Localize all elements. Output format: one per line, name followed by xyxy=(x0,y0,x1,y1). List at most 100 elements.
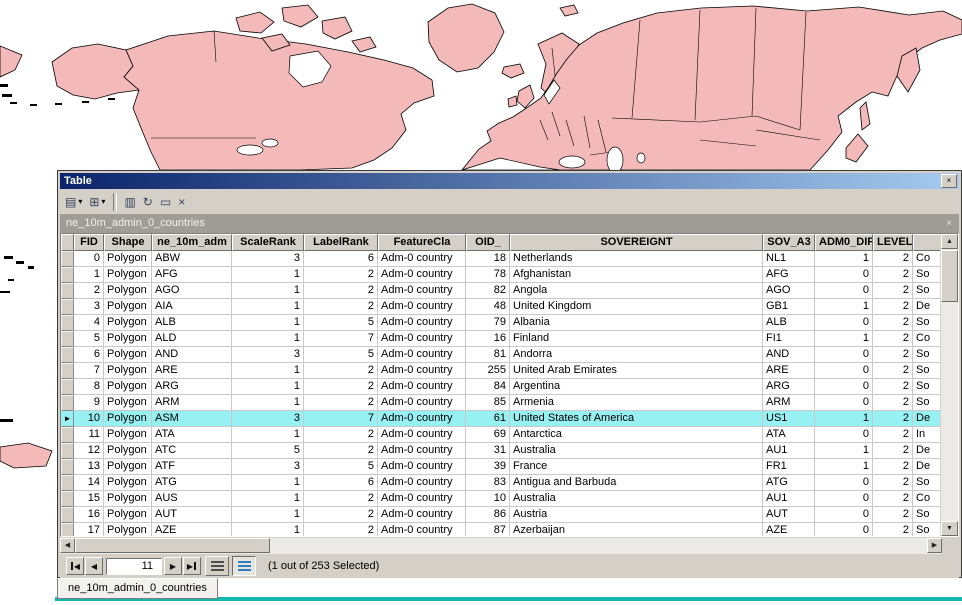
table-row[interactable]: 14PolygonATG16Adm-0 country83Antigua and… xyxy=(61,475,941,491)
cell: 1 xyxy=(815,443,873,459)
column-header[interactable]: SOVEREIGNT xyxy=(510,234,763,251)
cell: Adm-0 country xyxy=(378,507,466,523)
switch-selection-button[interactable]: ↻ xyxy=(140,192,156,212)
column-header[interactable]: ADM0_DIF xyxy=(815,234,873,251)
table-options-button[interactable]: ▤▾ xyxy=(62,192,85,212)
cell: 1 xyxy=(232,507,304,523)
cell: 7 xyxy=(304,331,378,347)
row-selector[interactable] xyxy=(61,331,74,347)
row-selector[interactable] xyxy=(61,395,74,411)
cell: 2 xyxy=(873,331,913,347)
row-selector[interactable] xyxy=(61,491,74,507)
delete-selected-button[interactable]: × xyxy=(175,192,188,212)
iceland xyxy=(502,64,524,78)
scroll-right-button[interactable]: ▶ xyxy=(927,538,942,553)
cell: De xyxy=(913,459,941,475)
cell: 6 xyxy=(304,475,378,491)
row-selector[interactable] xyxy=(61,443,74,459)
cell: AZE xyxy=(152,523,232,536)
cell: AU1 xyxy=(763,491,815,507)
table-row[interactable]: 4PolygonALB15Adm-0 country79AlbaniaALB02… xyxy=(61,315,941,331)
layer-name-tab[interactable]: ne_10m_admin_0_countries xyxy=(66,214,943,233)
cell: Polygon xyxy=(104,395,152,411)
row-selector[interactable] xyxy=(61,459,74,475)
table-row[interactable]: 12PolygonATC52Adm-0 country31AustraliaAU… xyxy=(61,443,941,459)
cell: GB1 xyxy=(763,299,815,315)
scroll-up-button[interactable]: ▲ xyxy=(941,234,958,249)
row-selector[interactable] xyxy=(61,523,74,536)
table-row[interactable]: 15PolygonAUS12Adm-0 country10AustraliaAU… xyxy=(61,491,941,507)
layer-tab-close-icon[interactable]: × xyxy=(943,218,955,229)
last-record-button[interactable]: ▶ xyxy=(183,557,201,575)
column-header[interactable]: Shape xyxy=(104,234,152,251)
column-header[interactable]: FeatureCla xyxy=(378,234,466,251)
table-row[interactable]: 0PolygonABW36Adm-0 country18NetherlandsN… xyxy=(61,251,941,267)
vertical-scroll-thumb[interactable] xyxy=(941,250,958,302)
scroll-left-button[interactable]: ◀ xyxy=(60,538,75,553)
column-header[interactable]: LEVEL xyxy=(873,234,913,251)
column-header[interactable]: OID_ xyxy=(466,234,510,251)
cell: 2 xyxy=(304,283,378,299)
cell: 3 xyxy=(232,459,304,475)
column-header[interactable]: ScaleRank xyxy=(232,234,304,251)
row-selector[interactable] xyxy=(61,475,74,491)
cell: Polygon xyxy=(104,523,152,536)
vertical-scrollbar[interactable]: ▲ ▼ xyxy=(940,234,958,536)
row-selector[interactable] xyxy=(61,507,74,523)
table-row[interactable]: 13PolygonATF35Adm-0 country39FranceFR112… xyxy=(61,459,941,475)
clear-selection-button[interactable]: ▭ xyxy=(157,192,174,212)
table-tab[interactable]: ne_10m_admin_0_countries xyxy=(57,578,218,599)
select-by-attributes-button[interactable]: ▥ xyxy=(121,192,138,212)
column-header[interactable]: SOV_A3 xyxy=(763,234,815,251)
previous-record-button[interactable]: ◀ xyxy=(85,557,103,575)
table-row[interactable]: 2PolygonAGO12Adm-0 country82AngolaAGO02S… xyxy=(61,283,941,299)
show-selected-records-button[interactable] xyxy=(232,556,256,576)
table-row[interactable]: 8PolygonARG12Adm-0 country84ArgentinaARG… xyxy=(61,379,941,395)
first-record-button[interactable]: ◀ xyxy=(66,557,84,575)
table-row[interactable]: 1PolygonAFG12Adm-0 country78AfghanistanA… xyxy=(61,267,941,283)
table-row[interactable]: 9PolygonARM12Adm-0 country85ArmeniaARM02… xyxy=(61,395,941,411)
row-selector[interactable] xyxy=(61,427,74,443)
cell: 8 xyxy=(74,379,104,395)
row-selector[interactable] xyxy=(61,315,74,331)
window-close-button[interactable]: × xyxy=(941,174,957,188)
horizontal-scrollbar[interactable]: ◀ ▶ xyxy=(60,538,942,554)
column-header[interactable]: LabelRank xyxy=(304,234,378,251)
table-window-titlebar[interactable]: Table × xyxy=(60,173,959,189)
table-window: Table × ▤▾⊞▾▥↻▭× ne_10m_admin_0_countrie… xyxy=(57,170,962,578)
cell: 2 xyxy=(304,491,378,507)
table-row[interactable]: ►10PolygonASM37Adm-0 country61United Sta… xyxy=(61,411,941,427)
column-header[interactable]: ne_10m_adm xyxy=(152,234,232,251)
show-all-records-button[interactable] xyxy=(205,556,229,576)
table-row[interactable]: 16PolygonAUT12Adm-0 country86AustriaAUT0… xyxy=(61,507,941,523)
table-row[interactable]: 7PolygonARE12Adm-0 country255United Arab… xyxy=(61,363,941,379)
column-header[interactable] xyxy=(913,234,941,251)
record-number-input[interactable] xyxy=(106,558,162,575)
row-selector[interactable] xyxy=(61,363,74,379)
row-selector[interactable] xyxy=(61,347,74,363)
horizontal-scroll-thumb[interactable] xyxy=(75,538,270,553)
cell: 0 xyxy=(815,523,873,536)
row-selector[interactable] xyxy=(61,379,74,395)
cell: Adm-0 country xyxy=(378,395,466,411)
table-row[interactable]: 5PolygonALD17Adm-0 country16FinlandFI112… xyxy=(61,331,941,347)
table-row[interactable]: 6PolygonAND35Adm-0 country81AndorraAND02… xyxy=(61,347,941,363)
cell: 1 xyxy=(232,267,304,283)
row-selector[interactable] xyxy=(61,267,74,283)
related-tables-button[interactable]: ⊞▾ xyxy=(86,192,108,212)
table-options-icon: ▤ xyxy=(65,195,76,209)
eurasia xyxy=(462,6,962,170)
cell: 17 xyxy=(74,523,104,536)
row-selector[interactable] xyxy=(61,283,74,299)
cell: So xyxy=(913,283,941,299)
next-record-button[interactable]: ▶ xyxy=(164,557,182,575)
table-row[interactable]: 3PolygonAIA12Adm-0 country48United Kingd… xyxy=(61,299,941,315)
table-row[interactable]: 17PolygonAZE12Adm-0 country87AzerbaijanA… xyxy=(61,523,941,536)
column-header[interactable]: FID xyxy=(74,234,104,251)
row-selector[interactable] xyxy=(61,251,74,267)
row-selector[interactable]: ► xyxy=(61,411,74,427)
scroll-down-button[interactable]: ▼ xyxy=(941,521,958,536)
horizontal-scroll-track[interactable] xyxy=(75,538,927,554)
row-selector[interactable] xyxy=(61,299,74,315)
table-row[interactable]: 11PolygonATA12Adm-0 country69AntarcticaA… xyxy=(61,427,941,443)
